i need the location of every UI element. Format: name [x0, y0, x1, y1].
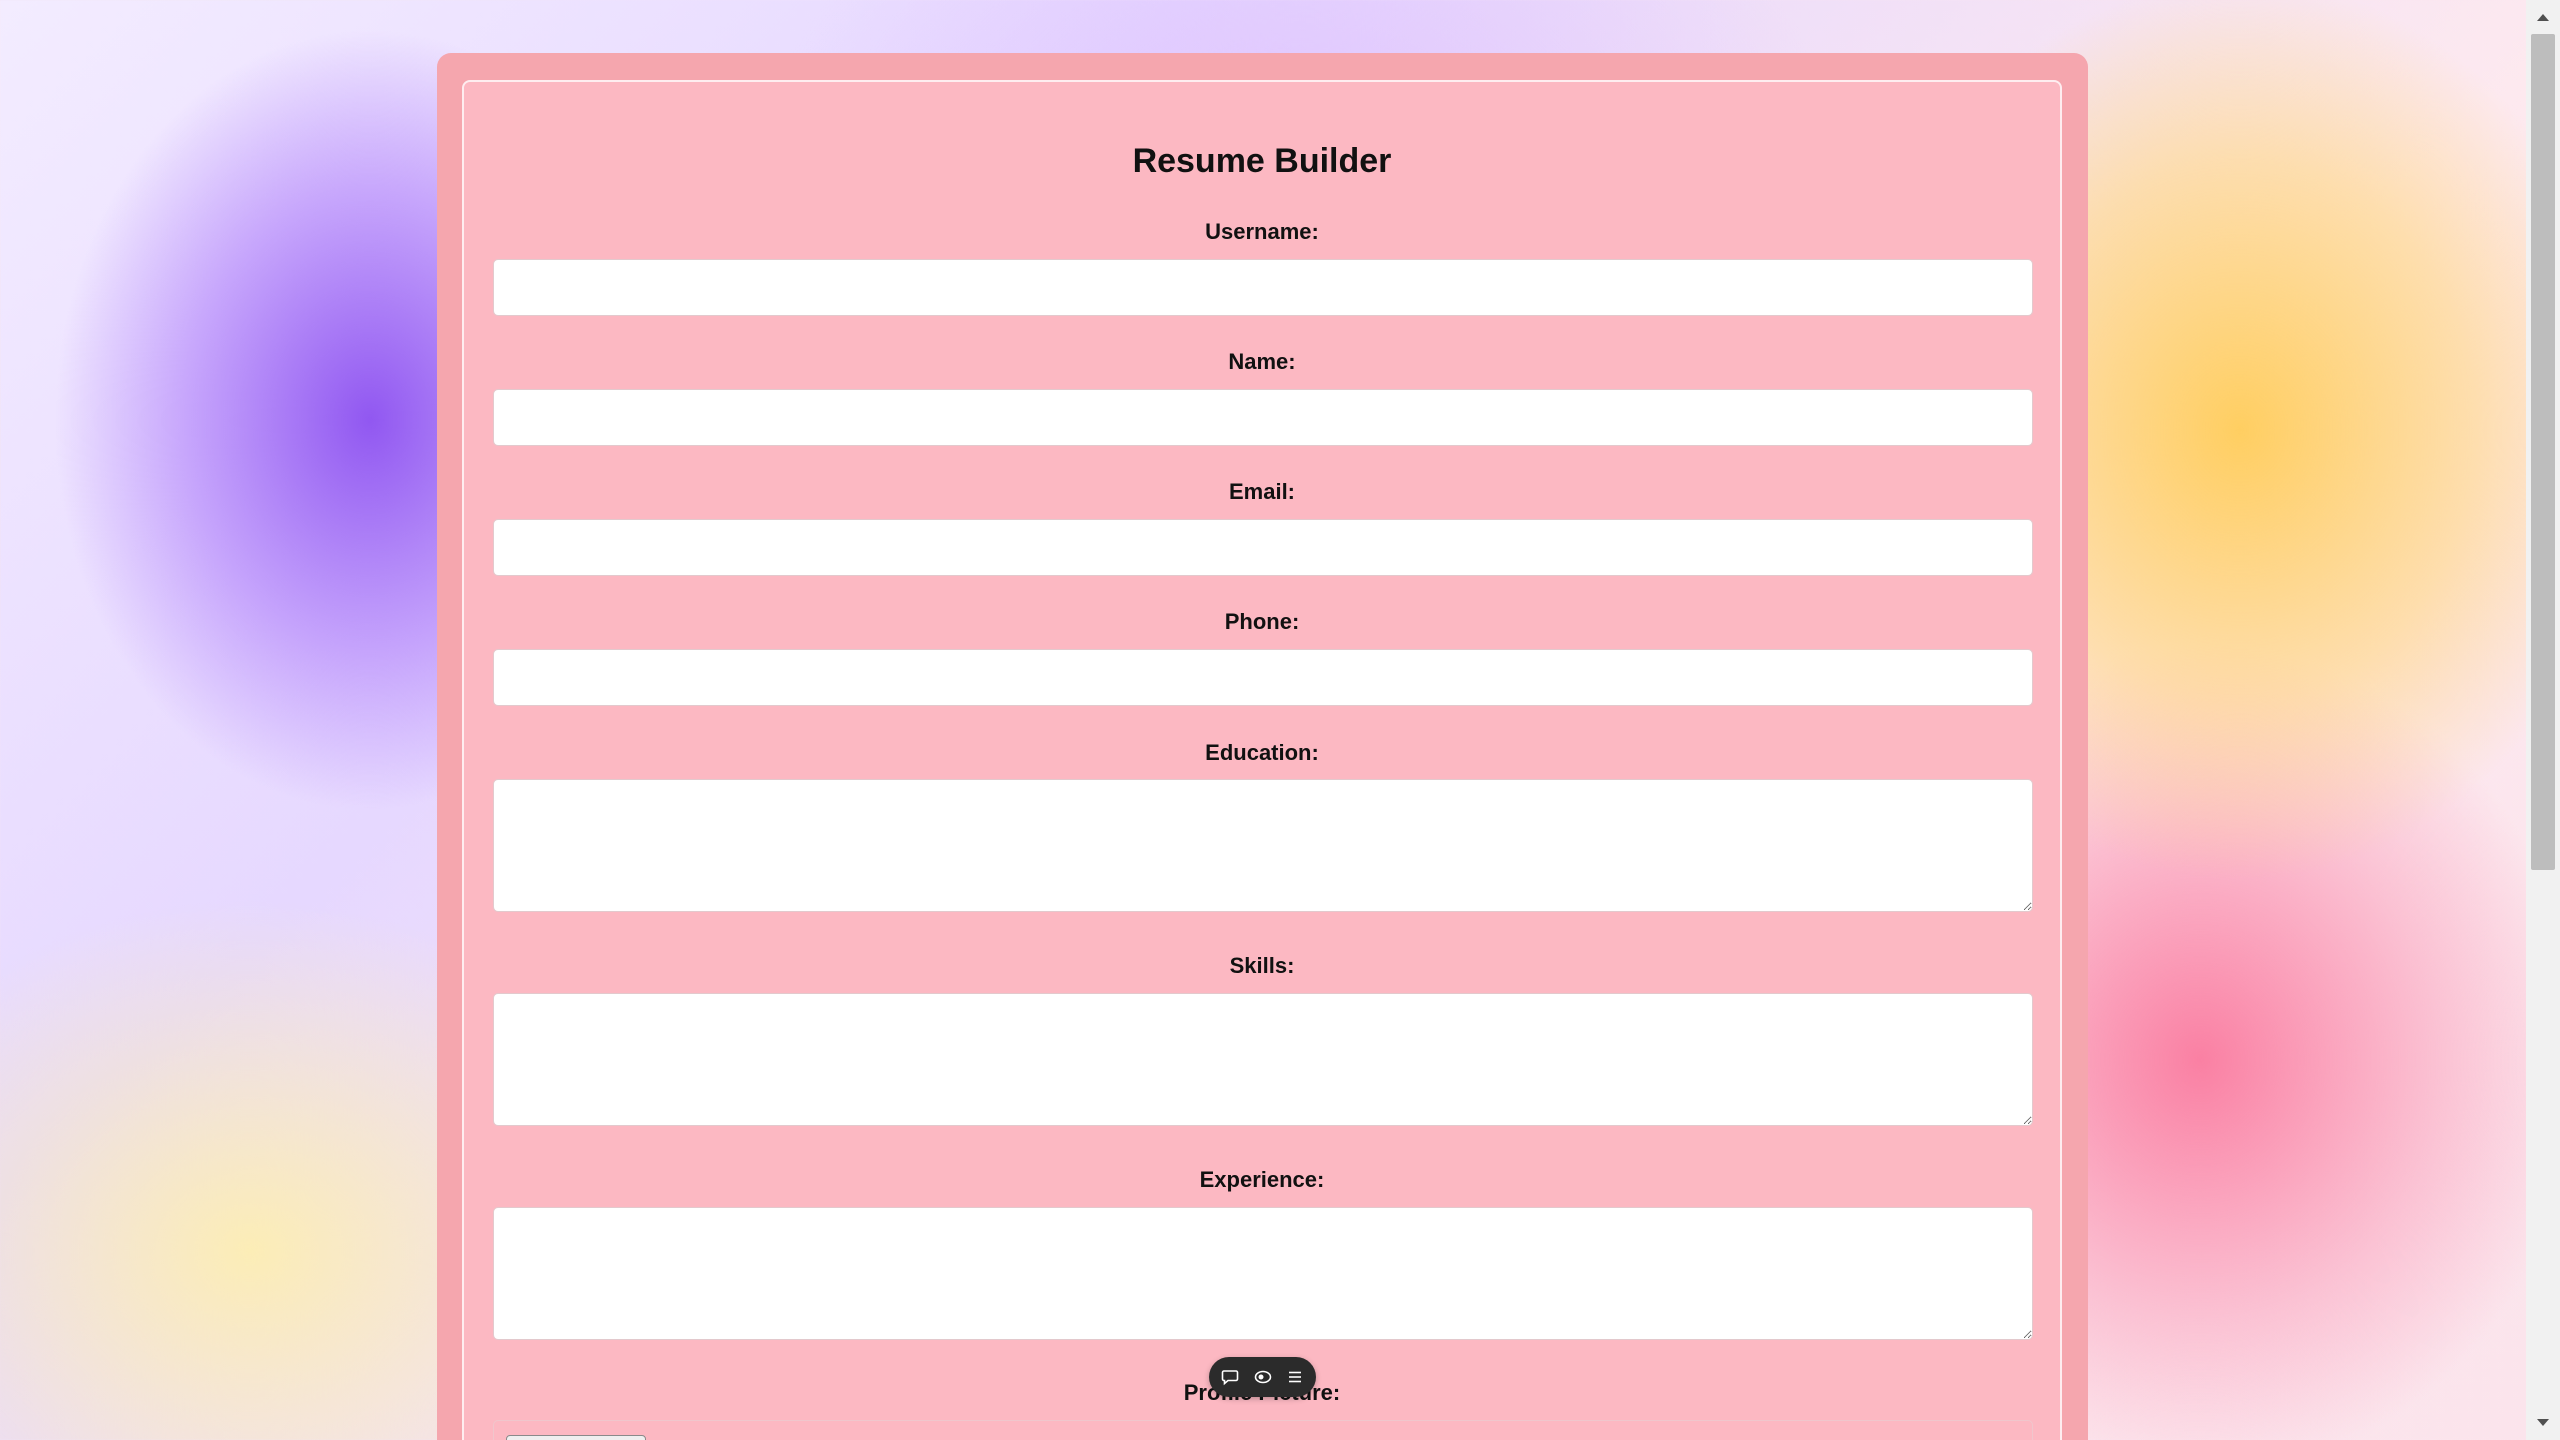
phone-field[interactable]	[493, 649, 2033, 706]
skills-field[interactable]	[493, 993, 2033, 1126]
profile-picture-input[interactable]	[493, 1420, 2033, 1440]
vertical-scrollbar[interactable]	[2526, 0, 2560, 1440]
toggle-icon[interactable]	[1252, 1366, 1274, 1388]
scroll-down-arrow-icon[interactable]	[2526, 1408, 2560, 1438]
resume-form: Resume Builder Username: Name: Email: Ph…	[462, 80, 2062, 1440]
education-field[interactable]	[493, 779, 2033, 912]
skills-label: Skills:	[1229, 953, 1295, 978]
page-title: Resume Builder	[1132, 142, 1392, 180]
scroll-up-arrow-icon[interactable]	[2526, 2, 2560, 32]
name-field[interactable]	[493, 389, 2033, 446]
email-field[interactable]	[493, 519, 2033, 576]
experience-field[interactable]	[493, 1207, 2033, 1340]
education-label: Education:	[1205, 740, 1319, 765]
name-label: Name:	[1228, 349, 1296, 374]
experience-label: Experience:	[1199, 1167, 1325, 1192]
menu-icon[interactable]	[1284, 1366, 1306, 1388]
comment-icon[interactable]	[1219, 1366, 1241, 1388]
floating-toolbar	[1209, 1357, 1316, 1397]
phone-label: Phone:	[1224, 609, 1300, 634]
choose-file-button[interactable]	[506, 1435, 646, 1440]
scroll-thumb[interactable]	[2531, 34, 2555, 870]
username-field[interactable]	[493, 259, 2033, 316]
email-label: Email:	[1228, 479, 1296, 504]
username-label: Username:	[1205, 219, 1319, 244]
